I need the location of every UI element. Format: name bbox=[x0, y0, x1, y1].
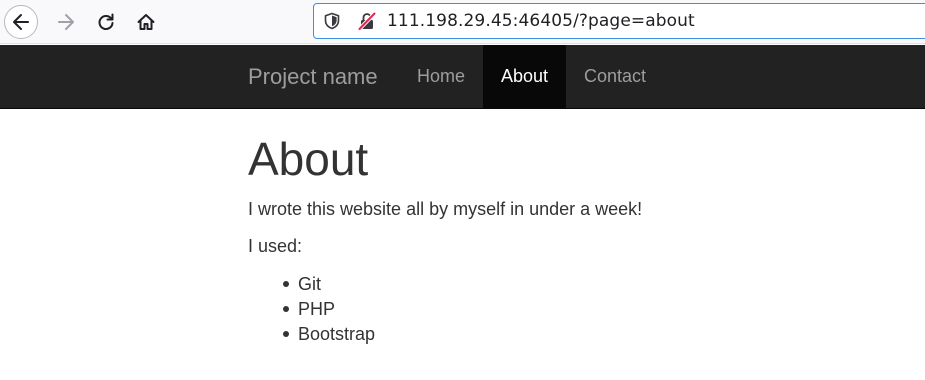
nav-link-about[interactable]: About bbox=[483, 45, 566, 108]
reload-icon bbox=[98, 13, 114, 30]
home-icon bbox=[137, 14, 155, 30]
insecure-lock-icon[interactable] bbox=[357, 11, 377, 31]
navbar: Project name Home About Contact bbox=[0, 45, 925, 109]
page-title: About bbox=[248, 133, 369, 185]
nav-link-contact[interactable]: Contact bbox=[566, 45, 664, 108]
tools-list: Git PHP Bootstrap bbox=[248, 272, 375, 347]
url-bar[interactable]: 111.198.29.45:46405/?page=about bbox=[313, 3, 925, 39]
nav-link-home[interactable]: Home bbox=[400, 45, 482, 108]
home-button[interactable] bbox=[129, 5, 163, 39]
url-text[interactable]: 111.198.29.45:46405/?page=about bbox=[387, 11, 695, 31]
navbar-brand[interactable]: Project name bbox=[248, 45, 378, 108]
list-item: PHP bbox=[282, 297, 375, 322]
list-item: Bootstrap bbox=[282, 322, 375, 347]
arrow-left-icon bbox=[13, 14, 29, 30]
browser-toolbar: 111.198.29.45:46405/?page=about bbox=[0, 0, 925, 44]
back-button[interactable] bbox=[4, 5, 38, 39]
shield-icon[interactable] bbox=[323, 12, 341, 30]
reload-button[interactable] bbox=[89, 5, 123, 39]
intro-text: I wrote this website all by myself in un… bbox=[248, 199, 643, 219]
list-item: Git bbox=[282, 272, 375, 297]
forward-button[interactable] bbox=[49, 5, 83, 39]
used-label: I used: bbox=[248, 236, 303, 256]
arrow-right-icon bbox=[58, 14, 74, 30]
